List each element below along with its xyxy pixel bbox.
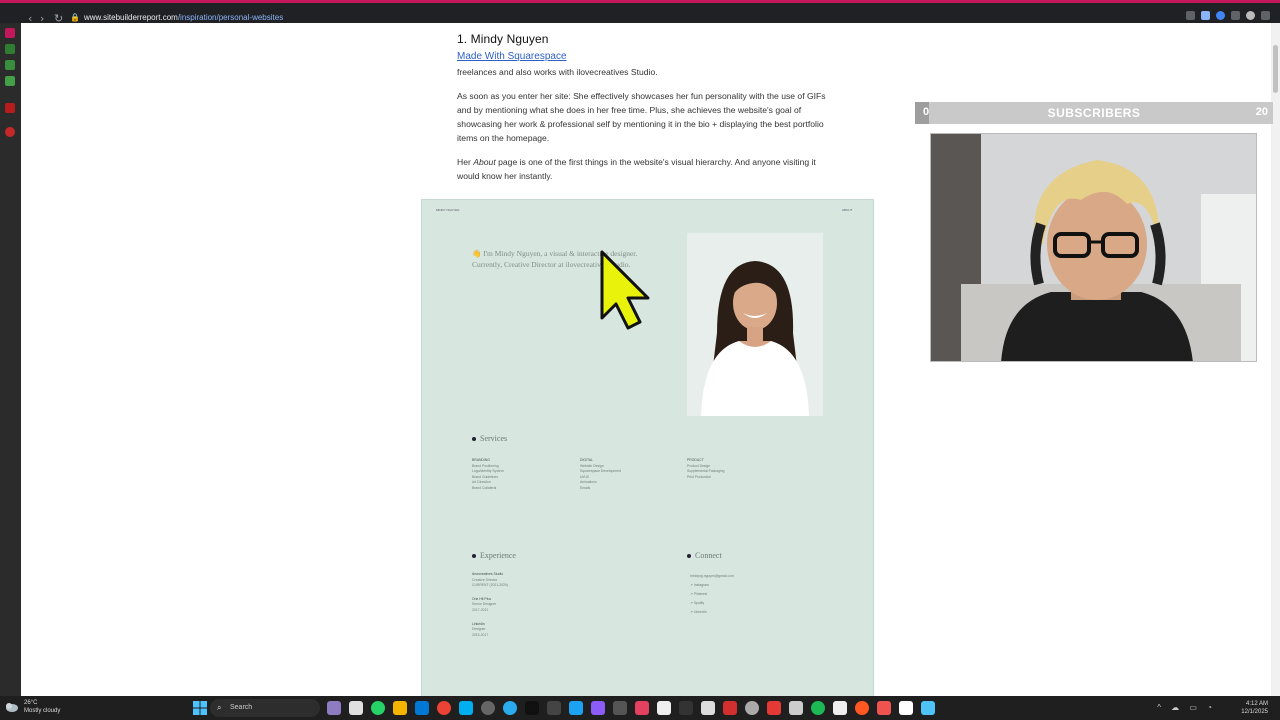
app-icon[interactable] (415, 701, 429, 715)
browser-sidebar (0, 23, 21, 696)
sidebar-app-icon[interactable] (5, 103, 15, 113)
subscriber-min: 0 (923, 106, 930, 118)
weather-widget[interactable]: 26°C Mostly cloudy (4, 699, 60, 715)
services-column-branding: BRANDING Brand Positioning Logo/Identity… (472, 458, 504, 490)
sidebar-app-icon[interactable] (5, 44, 15, 54)
weather-temp: 26°C (24, 700, 38, 706)
app-icon[interactable] (767, 701, 781, 715)
connect-spotify[interactable]: ↗ Spotify (690, 599, 734, 608)
preview-nav-about: ABOUT (842, 208, 853, 212)
preview-nav-name: MINDY NGUYEN (436, 208, 460, 212)
system-tray[interactable]: ^ ☁ ▭ ◔ (1157, 703, 1216, 712)
subscriber-label: SUBSCRIBERS (1047, 106, 1141, 120)
services-column-digital: DIGITAL Website Design Squarespace Devel… (580, 458, 621, 490)
entry-heading: 1. Mindy Nguyen (457, 32, 549, 46)
taskbar: 26°C Mostly cloudy ⌕ Search ^ ☁ ▭ ◔ 4:12… (0, 696, 1280, 720)
paragraph-clipped: freelances and also works with ilovecrea… (457, 67, 658, 77)
sidebar-app-icon[interactable] (5, 76, 15, 86)
extension-icon[interactable] (1231, 11, 1240, 20)
app-icon[interactable] (547, 701, 561, 715)
app-icon[interactable] (877, 701, 891, 715)
connect-linkedin[interactable]: ↗ LinkedIn (690, 608, 734, 617)
sidebar-app-icon[interactable] (5, 28, 15, 38)
extension-icon[interactable] (1201, 11, 1210, 20)
windows-start-icon[interactable] (193, 701, 207, 715)
services-heading: Services (472, 434, 507, 443)
app-icon[interactable] (833, 701, 847, 715)
app-icon[interactable] (723, 701, 737, 715)
sidebar-app-icon[interactable] (5, 60, 15, 70)
taskbar-apps (327, 701, 935, 715)
portrait-photo (687, 233, 823, 416)
app-icon[interactable] (635, 701, 649, 715)
search-icon: ⌕ (217, 703, 222, 712)
telegram-icon[interactable] (503, 701, 517, 715)
taskbar-search[interactable]: ⌕ Search (210, 699, 320, 717)
extension-icon[interactable] (1216, 11, 1225, 20)
app-icon[interactable] (657, 701, 671, 715)
profile-avatar[interactable] (1246, 11, 1255, 20)
experience-heading: Experience (472, 551, 516, 560)
webcam-feed (930, 133, 1257, 362)
weather-condition: Mostly cloudy (24, 708, 61, 714)
spotify-icon[interactable] (811, 701, 825, 715)
app-icon[interactable] (327, 701, 341, 715)
connect-heading: Connect (687, 551, 722, 560)
paragraph: As soon as you enter her site: She effec… (457, 91, 826, 143)
app-icon[interactable] (701, 701, 715, 715)
taskbar-clock[interactable]: 4:12 AM 12/1/2025 (1241, 700, 1268, 716)
cursor-icon (600, 250, 650, 330)
folder-icon[interactable] (393, 701, 407, 715)
app-icon[interactable] (679, 701, 693, 715)
article-section: 1. Mindy Nguyen Made With Squarespace fr… (457, 32, 837, 183)
url-path: /inspiration/personal-websites (177, 13, 284, 22)
menu-icon[interactable] (1261, 11, 1270, 20)
app-icon[interactable] (459, 701, 473, 715)
whatsapp-icon[interactable] (371, 701, 385, 715)
connect-pinterest[interactable]: ↗ Pinterest (690, 590, 734, 599)
app-icon[interactable] (789, 701, 803, 715)
app-icon[interactable] (899, 701, 913, 715)
services-column-product: PRODUCT Product Design Supplemental Pack… (687, 458, 725, 479)
made-with-link[interactable]: Made With Squarespace (457, 51, 567, 62)
experience-list: ilovecreatives Studio Creative Director … (472, 572, 508, 637)
address-bar[interactable]: www.sitebuilderreport.com/inspiration/pe… (84, 13, 283, 22)
app-icon[interactable] (921, 701, 935, 715)
connect-instagram[interactable]: ↗ Instagram (690, 581, 734, 590)
clock-date: 12/1/2025 (1241, 709, 1268, 715)
scrollbar-thumb[interactable] (1273, 45, 1278, 93)
extension-icon[interactable] (1186, 11, 1195, 20)
chrome-icon[interactable] (437, 701, 451, 715)
subscriber-max: 20 (1255, 106, 1268, 118)
connect-email[interactable]: mindyng.nguyen@gmail.com (690, 572, 734, 581)
search-label: Search (230, 704, 253, 711)
app-icon[interactable] (591, 701, 605, 715)
url-host: www.sitebuilderreport.com (84, 13, 178, 22)
sidebar-clock-icon[interactable] (5, 127, 15, 137)
extensions-area (1186, 11, 1270, 20)
app-icon[interactable] (349, 701, 363, 715)
paragraph: Her About page is one of the first thing… (457, 157, 816, 181)
app-icon[interactable] (481, 701, 495, 715)
clock-time: 4:12 AM (1245, 701, 1268, 707)
lock-icon: 🔒 (70, 13, 80, 22)
app-icon[interactable] (569, 701, 583, 715)
subscriber-goal-bar: SUBSCRIBERS 0 20 (915, 102, 1273, 124)
connect-list: mindyng.nguyen@gmail.com ↗ Instagram ↗ P… (690, 572, 734, 617)
tiktok-icon[interactable] (525, 701, 539, 715)
app-icon[interactable] (745, 701, 759, 715)
app-icon[interactable] (855, 701, 869, 715)
app-icon[interactable] (613, 701, 627, 715)
